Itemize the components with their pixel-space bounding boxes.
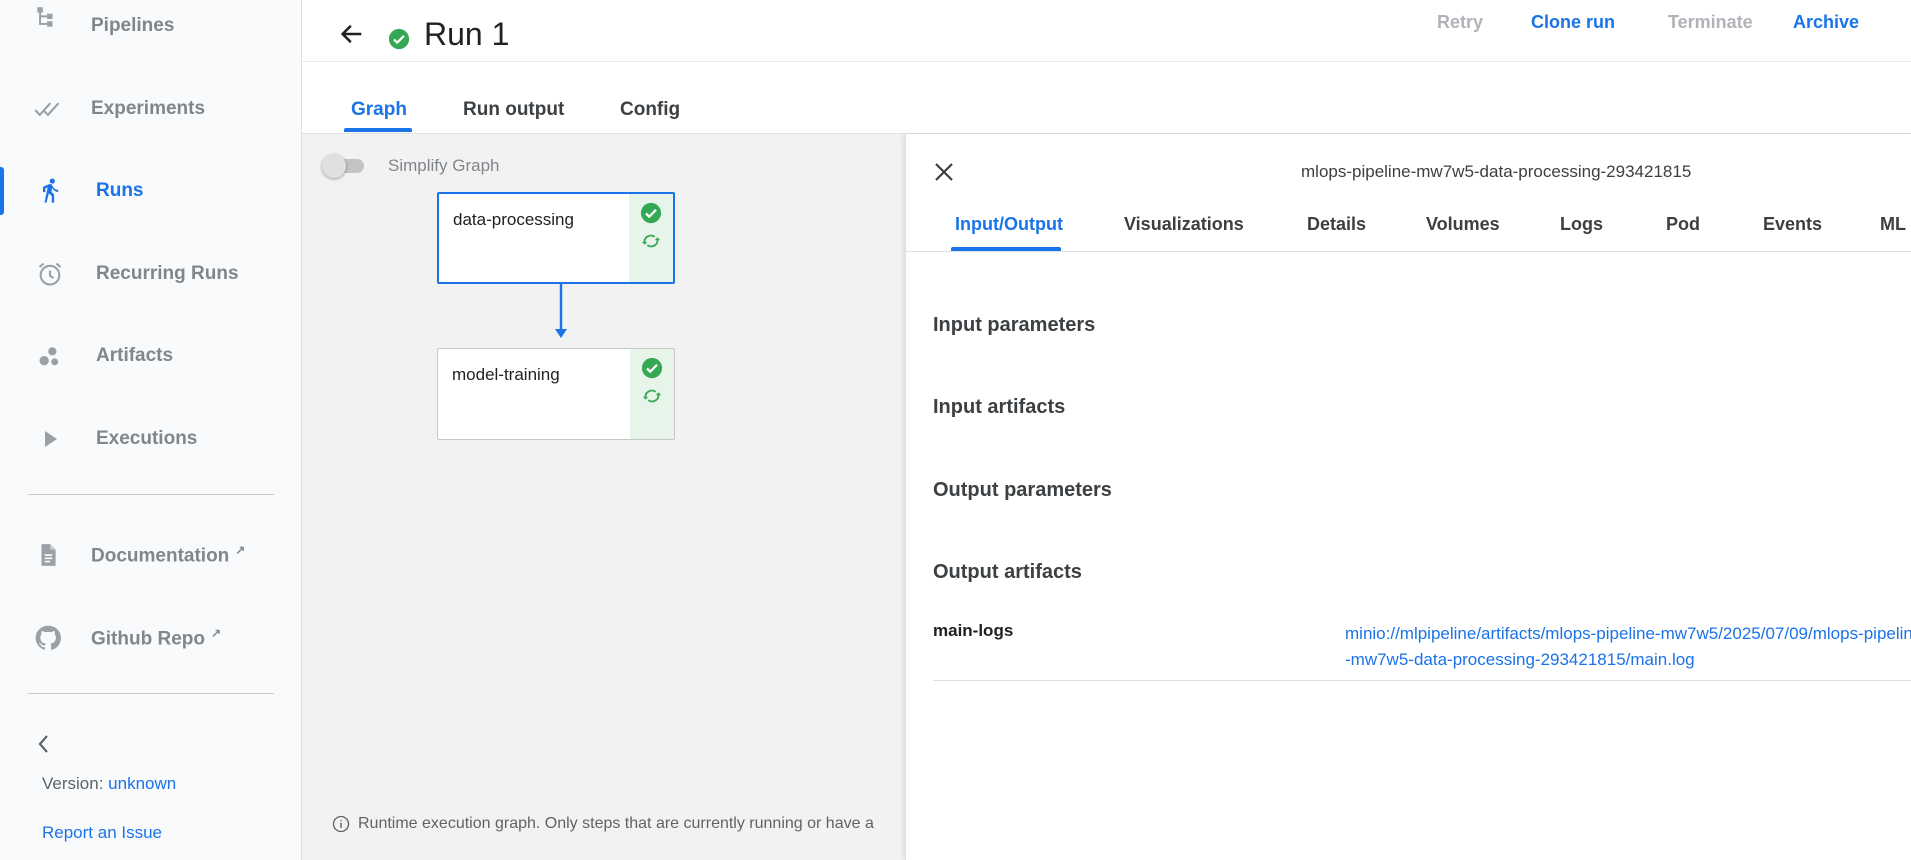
sidebar-item-artifacts[interactable]: Artifacts bbox=[0, 328, 302, 384]
info-icon bbox=[332, 815, 350, 833]
panel-tab-ml[interactable]: ML bbox=[1880, 214, 1906, 235]
sidebar-divider bbox=[28, 494, 274, 495]
artifact-uri-link[interactable]: minio://mlpipeline/artifacts/mlops-pipel… bbox=[1345, 621, 1911, 673]
tab-config[interactable]: Config bbox=[620, 99, 680, 121]
version-label: Version: bbox=[42, 774, 104, 793]
input-artifacts-heading: Input artifacts bbox=[933, 396, 1066, 418]
retry-button[interactable]: Retry bbox=[1437, 12, 1483, 33]
close-panel-button[interactable] bbox=[932, 160, 956, 189]
archive-button[interactable]: Archive bbox=[1793, 12, 1859, 33]
tab-run-output[interactable]: Run output bbox=[463, 99, 564, 121]
external-link-icon: ↗ bbox=[235, 542, 246, 557]
panel-tab-pod[interactable]: Pod bbox=[1666, 214, 1700, 235]
sidebar-divider bbox=[28, 693, 274, 694]
panel-tab-logs[interactable]: Logs bbox=[1560, 214, 1603, 235]
close-icon bbox=[935, 163, 953, 181]
arrow-left-icon bbox=[340, 24, 362, 44]
panel-title: mlops-pipeline-mw7w5-data-processing-293… bbox=[1301, 162, 1692, 181]
github-link: Github Repo ↗ bbox=[91, 626, 221, 650]
node-status bbox=[629, 194, 673, 282]
panel-tab-input-output[interactable]: Input/Output bbox=[955, 214, 1063, 235]
sidebar: Pipelines Experiments Runs Recurring Run… bbox=[0, 0, 302, 860]
sidebar-item-runs[interactable]: Runs bbox=[0, 163, 302, 219]
external-link-icon: ↗ bbox=[210, 625, 222, 640]
github-label: Github Repo bbox=[91, 628, 205, 650]
collapse-sidebar-button[interactable] bbox=[36, 733, 50, 761]
pipelines-icon bbox=[32, 4, 60, 32]
panel-tab-visualizations[interactable]: Visualizations bbox=[1124, 214, 1244, 235]
panel-tab-details[interactable]: Details bbox=[1307, 214, 1366, 235]
app-root: Pipelines Experiments Runs Recurring Run… bbox=[0, 0, 1911, 860]
terminate-button[interactable]: Terminate bbox=[1668, 12, 1753, 33]
sidebar-item-pipelines[interactable]: Pipelines bbox=[0, 0, 302, 54]
documentation-label: Documentation bbox=[91, 545, 230, 567]
toggle-knob bbox=[322, 154, 346, 178]
node-details-panel: mlops-pipeline-mw7w5-data-processing-293… bbox=[905, 134, 1911, 860]
sidebar-item-experiments[interactable]: Experiments bbox=[0, 81, 302, 137]
documentation-link: Documentation ↗ bbox=[91, 543, 245, 567]
clone-run-button[interactable]: Clone run bbox=[1531, 12, 1615, 33]
chevron-left-icon bbox=[38, 735, 48, 753]
artifacts-icon bbox=[36, 342, 64, 370]
github-icon bbox=[34, 624, 62, 652]
sidebar-item-label: Recurring Runs bbox=[96, 263, 239, 284]
sidebar-item-label: Pipelines bbox=[91, 15, 175, 36]
panel-tabs: Input/Output Visualizations Details Volu… bbox=[906, 196, 1911, 252]
back-button[interactable] bbox=[338, 20, 366, 53]
graph-canvas: Simplify Graph data-processing model-tra… bbox=[302, 134, 905, 860]
sidebar-item-executions[interactable]: Executions bbox=[0, 411, 302, 467]
play-icon bbox=[36, 425, 64, 453]
active-tab-indicator bbox=[344, 128, 412, 132]
artifact-name: main-logs bbox=[933, 621, 1014, 640]
output-artifacts-heading: Output artifacts bbox=[933, 561, 1082, 583]
input-parameters-heading: Input parameters bbox=[933, 314, 1096, 336]
simplify-graph-toggle[interactable] bbox=[322, 154, 370, 178]
output-artifact-row: main-logs minio://mlpipeline/artifacts/m… bbox=[933, 609, 1911, 681]
sidebar-item-github-repo[interactable]: Github Repo ↗ bbox=[0, 610, 302, 666]
graph-node-data-processing[interactable]: data-processing bbox=[437, 192, 675, 284]
sidebar-item-recurring-runs[interactable]: Recurring Runs bbox=[0, 246, 302, 302]
sidebar-item-label: Runs bbox=[96, 180, 144, 201]
panel-tab-volumes[interactable]: Volumes bbox=[1426, 214, 1500, 235]
version-info: Version: unknown bbox=[42, 774, 176, 794]
check-circle-icon bbox=[640, 202, 662, 224]
report-issue-link[interactable]: Report an Issue bbox=[42, 823, 162, 843]
output-parameters-heading: Output parameters bbox=[933, 479, 1112, 501]
page-header: Run 1 Retry Clone run Terminate Archive bbox=[302, 0, 1911, 62]
sidebar-item-label: Artifacts bbox=[96, 345, 174, 366]
page-title: Run 1 bbox=[424, 16, 510, 52]
document-icon bbox=[34, 541, 62, 569]
version-link[interactable]: unknown bbox=[108, 774, 176, 793]
tab-graph[interactable]: Graph bbox=[351, 99, 407, 121]
graph-footer-note: Runtime execution graph. Only steps that… bbox=[332, 815, 874, 833]
simplify-graph-label: Simplify Graph bbox=[388, 156, 500, 175]
cached-icon bbox=[642, 389, 662, 403]
sidebar-item-label: Executions bbox=[96, 428, 198, 449]
sidebar-item-label: Experiments bbox=[91, 98, 206, 119]
run-status-icon bbox=[388, 28, 410, 55]
panel-tab-events[interactable]: Events bbox=[1763, 214, 1822, 235]
graph-edge bbox=[555, 282, 567, 338]
cached-icon bbox=[641, 234, 661, 248]
active-panel-tab-indicator bbox=[951, 247, 1061, 251]
node-name: data-processing bbox=[453, 210, 574, 229]
graph-footer-text: Runtime execution graph. Only steps that… bbox=[358, 815, 874, 832]
experiments-icon bbox=[34, 95, 62, 123]
graph-node-model-training[interactable]: model-training bbox=[437, 348, 675, 440]
sidebar-item-documentation[interactable]: Documentation ↗ bbox=[0, 527, 302, 583]
check-circle-icon bbox=[641, 357, 663, 379]
node-name: model-training bbox=[452, 365, 560, 384]
runs-icon bbox=[36, 177, 64, 205]
alarm-clock-icon bbox=[36, 260, 64, 288]
run-tabs: Graph Run output Config bbox=[302, 62, 1911, 134]
node-status bbox=[630, 349, 674, 439]
